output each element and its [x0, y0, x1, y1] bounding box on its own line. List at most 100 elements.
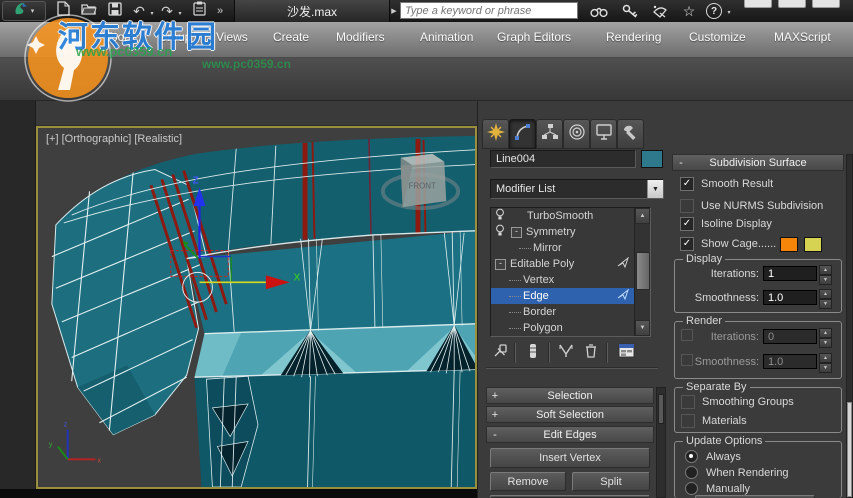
render-smoothness-spinner[interactable]: ▲ ▼ — [819, 353, 832, 373]
undo-button[interactable]: ↶ — [130, 2, 148, 20]
manually-radio[interactable] — [685, 482, 698, 495]
redo-button[interactable]: ↷ — [158, 2, 176, 20]
tab-utilities[interactable] — [617, 119, 644, 149]
menu-create[interactable]: Create — [273, 30, 309, 44]
rollout-subdivision-surface[interactable]: - Subdivision Surface — [672, 154, 844, 171]
undo-dropdown[interactable]: ▾ — [148, 8, 156, 18]
viewcube[interactable]: FRONT — [400, 153, 447, 208]
stack-row-border[interactable]: Border — [491, 304, 650, 320]
always-radio[interactable] — [685, 450, 698, 463]
isoline-display-checkbox[interactable]: ✓ — [680, 217, 694, 231]
menu-rendering[interactable]: Rendering — [606, 30, 661, 44]
satellite-icon[interactable] — [648, 2, 672, 20]
stack-row-symmetry[interactable]: - Symmetry — [491, 224, 650, 240]
rollout-selection[interactable]: + Selection — [486, 387, 654, 404]
smooth-result-checkbox[interactable]: ✓ — [680, 177, 694, 191]
qat-more-button[interactable]: » — [212, 3, 228, 19]
stack-row-editable-poly[interactable]: - Editable Poly — [491, 256, 650, 272]
spin-down[interactable]: ▼ — [819, 338, 832, 348]
show-end-result-button[interactable] — [524, 343, 542, 362]
scroll-thumb[interactable] — [847, 402, 852, 497]
show-cage-checkbox[interactable]: ✓ — [680, 237, 694, 251]
rollout-soft-selection[interactable]: + Soft Selection — [486, 406, 654, 423]
render-smoothness-field[interactable]: 1.0 — [763, 354, 817, 369]
stack-row-turbosmooth[interactable]: TurboSmooth — [491, 208, 650, 224]
render-smoothness-checkbox[interactable] — [681, 354, 693, 366]
minimize-button[interactable] — [744, 0, 772, 8]
menu-views[interactable]: Views — [216, 30, 248, 44]
close-button[interactable] — [812, 0, 840, 8]
rollout-edit-edges[interactable]: - Edit Edges — [486, 426, 654, 443]
scroll-down-button[interactable]: ▼ — [635, 320, 650, 336]
collapse-toggle[interactable]: - — [511, 226, 522, 238]
stack-row-polygon[interactable]: Polygon — [491, 320, 650, 336]
stack-scrollbar[interactable]: ▲ ▼ — [634, 208, 650, 336]
use-nurms-checkbox[interactable] — [680, 199, 694, 213]
cage-color-swatch[interactable] — [780, 237, 798, 252]
render-iterations-spinner[interactable]: ▲ ▼ — [819, 328, 832, 348]
modifier-list-dropdown[interactable]: Modifier List ▼ — [490, 179, 664, 199]
stack-row-edge[interactable]: Edge — [491, 288, 650, 304]
maximize-button[interactable] — [778, 0, 806, 8]
spin-down[interactable]: ▼ — [819, 299, 832, 309]
tab-motion[interactable] — [563, 119, 590, 149]
menu-edit[interactable]: Edit — [57, 30, 78, 44]
spin-up[interactable]: ▲ — [819, 328, 832, 338]
menu-maxscript[interactable]: MAXScript — [774, 30, 831, 44]
spin-up[interactable]: ▲ — [819, 289, 832, 299]
spin-up[interactable]: ▲ — [819, 265, 832, 275]
help-button[interactable]: ? — [706, 3, 722, 19]
project-folder-button[interactable] — [188, 1, 210, 20]
viewport[interactable]: FRONT Z X z x y [+] [Orthographic] [Real… — [36, 126, 477, 489]
cage-selected-color-swatch[interactable] — [804, 237, 822, 252]
menu-graph-editors[interactable]: Graph Editors — [497, 30, 571, 44]
spin-up[interactable]: ▲ — [819, 353, 832, 363]
tab-display[interactable] — [590, 119, 617, 149]
menu-group[interactable]: Group — [158, 30, 191, 44]
render-iterations-field[interactable]: 0 — [763, 329, 817, 344]
stack-row-vertex[interactable]: Vertex — [491, 272, 650, 288]
redo-dropdown[interactable]: ▾ — [176, 8, 184, 18]
search-input[interactable] — [400, 2, 578, 19]
scroll-thumb[interactable] — [636, 252, 650, 290]
split-button[interactable]: Split — [572, 472, 650, 491]
when-rendering-radio[interactable] — [685, 466, 698, 479]
open-file-button[interactable] — [78, 2, 100, 20]
materials-checkbox[interactable] — [681, 414, 695, 428]
menu-help[interactable]: Help — [57, 45, 82, 59]
menu-animation[interactable]: Animation — [420, 30, 473, 44]
save-file-button[interactable] — [104, 1, 126, 20]
pin-stack-button[interactable] — [492, 343, 510, 362]
scroll-thumb[interactable] — [658, 394, 664, 424]
viewport-label[interactable]: [+] [Orthographic] [Realistic] — [46, 133, 182, 145]
new-file-button[interactable] — [52, 1, 74, 20]
object-name-field[interactable]: Line004 — [490, 150, 636, 168]
favorites-star-icon[interactable]: ☆ — [678, 2, 700, 20]
display-smoothness-spinner[interactable]: ▲ ▼ — [819, 289, 832, 309]
panel-column-scrollbar[interactable] — [656, 387, 666, 498]
display-iterations-field[interactable]: 1 — [763, 266, 817, 281]
tab-create[interactable] — [482, 119, 509, 149]
scroll-up-button[interactable]: ▲ — [635, 208, 650, 224]
display-smoothness-field[interactable]: 1.0 — [763, 290, 817, 305]
spin-down[interactable]: ▼ — [819, 363, 832, 373]
collapse-toggle[interactable]: - — [495, 258, 506, 270]
menu-tools[interactable]: Tools — [105, 30, 133, 44]
object-color-swatch[interactable] — [641, 150, 663, 168]
help-dropdown[interactable]: ▾ — [725, 8, 733, 16]
smoothing-groups-checkbox[interactable] — [681, 395, 695, 409]
search-icon[interactable] — [586, 2, 612, 20]
spin-down[interactable]: ▼ — [819, 275, 832, 285]
stack-row-mirror[interactable]: Mirror — [491, 240, 650, 256]
remove-modifier-button[interactable] — [582, 344, 600, 362]
make-unique-button[interactable] — [556, 344, 576, 362]
display-iterations-spinner[interactable]: ▲ ▼ — [819, 265, 832, 285]
remove-button[interactable]: Remove — [490, 472, 566, 491]
menu-customize[interactable]: Customize — [689, 30, 746, 44]
title-expand-arrow[interactable]: ▶ — [390, 6, 398, 16]
menu-modifiers[interactable]: Modifiers — [336, 30, 385, 44]
insert-vertex-button[interactable]: Insert Vertex — [490, 448, 650, 468]
configure-modifier-sets-button[interactable] — [616, 343, 636, 362]
application-menu-button[interactable]: ▾ — [2, 1, 46, 21]
tab-modify[interactable] — [509, 119, 536, 149]
